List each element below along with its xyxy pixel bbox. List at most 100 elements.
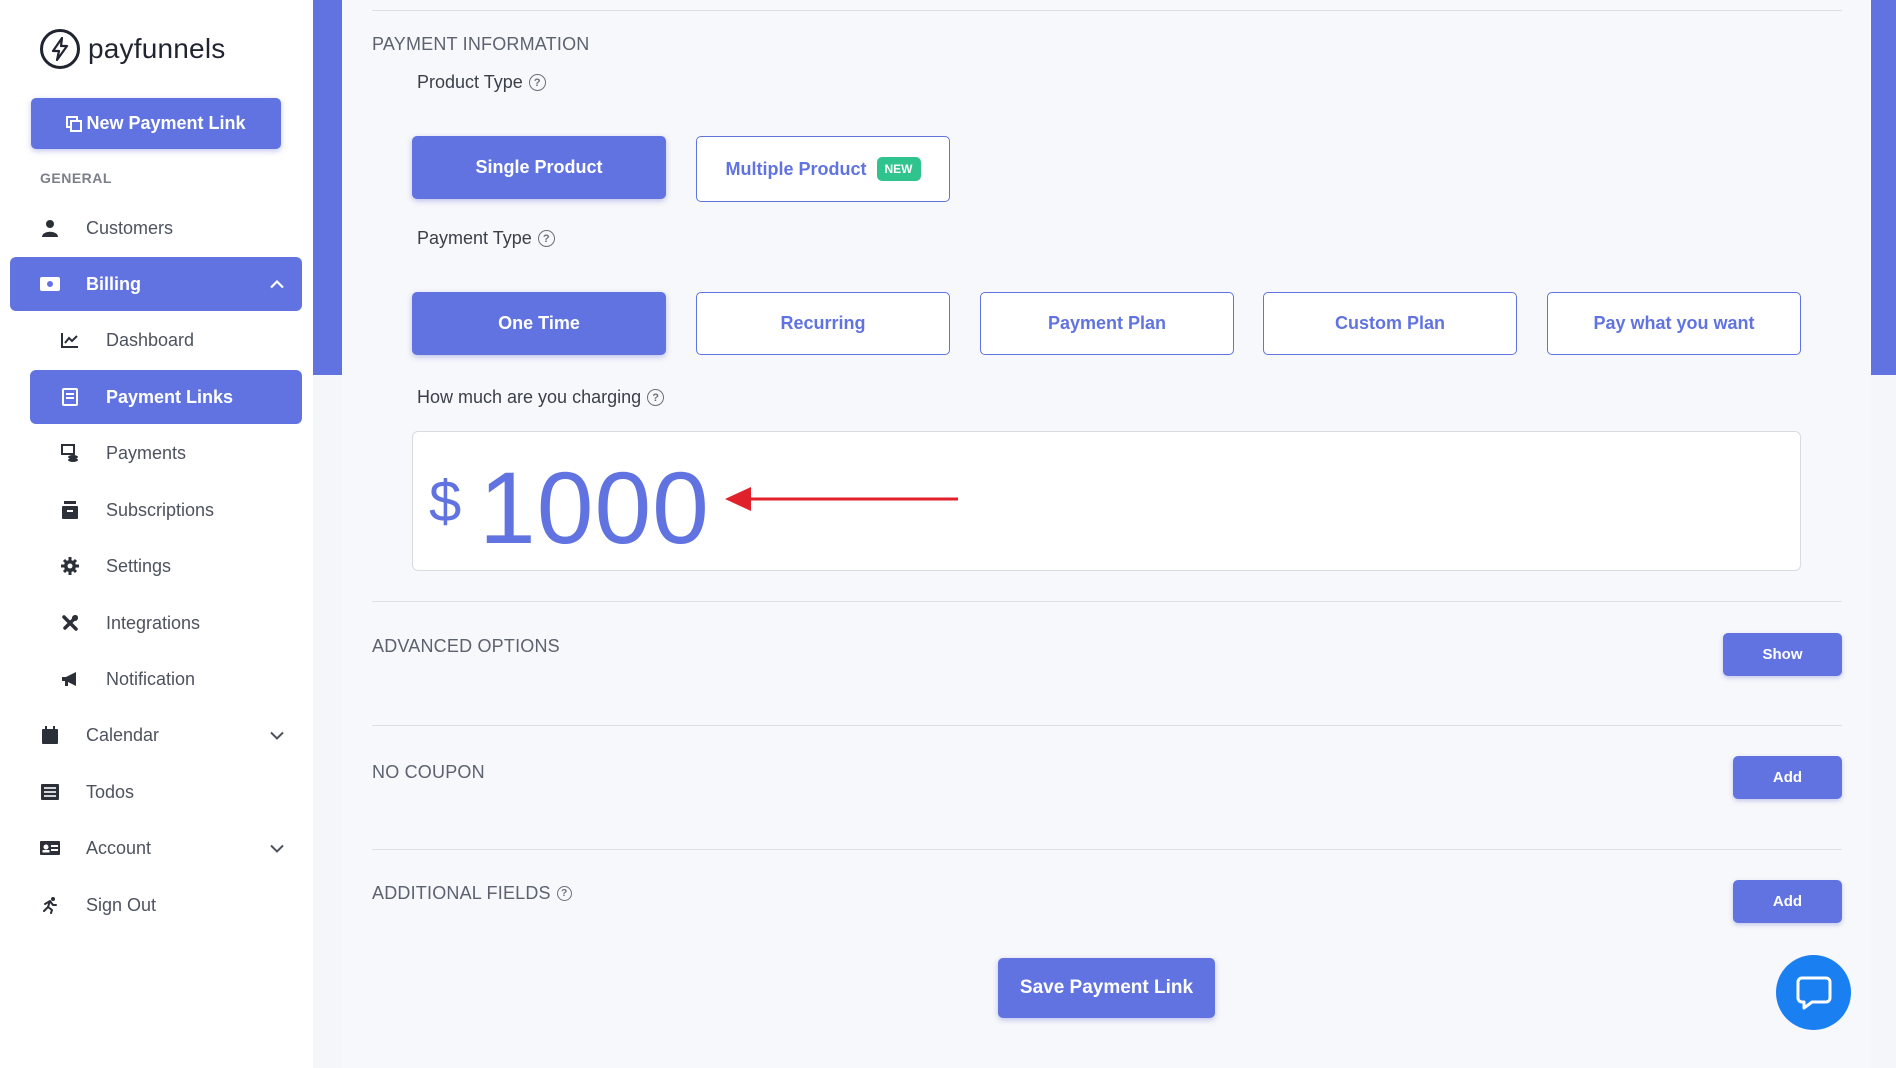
payment-type-text: Payment Type [417, 228, 532, 248]
one-time-label: One Time [498, 313, 580, 333]
header-band-left [313, 0, 342, 375]
additional-fields-heading: ADDITIONAL FIELDS ? [372, 883, 572, 904]
charging-text: How much are you charging [417, 387, 642, 407]
new-payment-link-label: New Payment Link [86, 113, 246, 133]
add-coupon-button[interactable]: Add [1733, 756, 1842, 799]
sidebar-item-dashboard[interactable]: Dashboard [60, 326, 300, 354]
chevron-down-icon [270, 725, 284, 746]
sidebar-item-label: Billing [86, 273, 141, 294]
sidebar-item-label: Calendar [86, 724, 160, 745]
running-icon [40, 895, 60, 915]
sidebar-item-label: Notification [106, 668, 196, 689]
sidebar-item-label: Account [86, 837, 152, 858]
tools-icon [60, 613, 80, 633]
sidebar-item-notification[interactable]: Notification [60, 665, 300, 693]
sidebar-item-label: Integrations [106, 612, 201, 633]
sidebar-item-label: Subscriptions [106, 499, 215, 520]
gear-icon [60, 556, 80, 576]
archive-icon [60, 500, 80, 520]
id-card-icon [40, 838, 60, 858]
annotation-arrow-icon [725, 487, 958, 511]
brand-logo[interactable]: payfunnels [40, 29, 225, 69]
multiple-product-label: Multiple Product [725, 158, 867, 179]
chevron-up-icon [270, 274, 284, 295]
help-icon[interactable]: ? [647, 389, 665, 406]
lightning-icon [40, 29, 80, 69]
sidebar: payfunnels New Payment Link GENERAL Cust… [0, 0, 313, 1068]
add-field-button[interactable]: Add [1733, 880, 1842, 923]
product-type-text: Product Type [417, 72, 523, 92]
save-payment-link-button[interactable]: Save Payment Link [998, 958, 1215, 1018]
payment-plan-label: Payment Plan [1047, 313, 1167, 333]
sidebar-item-label: Sign Out [86, 894, 157, 915]
chevron-down-icon [270, 838, 284, 859]
save-label: Save Payment Link [1019, 977, 1194, 998]
sidebar-item-payments[interactable]: Payments [60, 439, 300, 467]
copy-icon [66, 115, 83, 132]
single-product-label: Single Product [475, 157, 603, 177]
sidebar-item-customers[interactable]: Customers [40, 214, 300, 242]
single-product-button[interactable]: Single Product [412, 136, 666, 199]
receipt-icon [60, 387, 80, 407]
charging-label: How much are you charging ? [417, 387, 665, 408]
chart-line-icon [60, 330, 80, 350]
show-label: Show [1762, 646, 1803, 663]
sidebar-item-todos[interactable]: Todos [40, 778, 302, 806]
pay-what-you-want-button[interactable]: Pay what you want [1547, 292, 1801, 355]
amount-input[interactable]: $ 1000 [412, 431, 1801, 571]
chat-widget-button[interactable] [1776, 955, 1851, 1030]
header-band-right [1871, 0, 1896, 375]
section-label-general: GENERAL [40, 170, 112, 186]
list-icon [40, 782, 60, 802]
currency-symbol: $ [429, 469, 462, 534]
new-payment-link-button[interactable]: New Payment Link [31, 98, 281, 149]
add-field-label: Add [1772, 893, 1803, 910]
help-icon[interactable]: ? [528, 74, 546, 91]
one-time-button[interactable]: One Time [412, 292, 666, 355]
help-icon[interactable]: ? [556, 886, 572, 901]
custom-plan-button[interactable]: Custom Plan [1263, 292, 1517, 355]
amount-value: 1000 [479, 451, 710, 565]
payment-type-label: Payment Type ? [417, 228, 555, 249]
show-advanced-button[interactable]: Show [1723, 633, 1842, 676]
add-coupon-label: Add [1772, 769, 1803, 786]
divider [372, 849, 1842, 850]
sidebar-item-settings[interactable]: Settings [60, 552, 300, 580]
sidebar-item-payment-links[interactable]: Payment Links [30, 370, 302, 424]
divider [372, 725, 1842, 726]
product-type-label: Product Type ? [417, 72, 546, 93]
sidebar-item-account[interactable]: Account [40, 834, 302, 862]
recurring-button[interactable]: Recurring [696, 292, 950, 355]
custom-plan-label: Custom Plan [1334, 313, 1445, 333]
advanced-options-heading: ADVANCED OPTIONS [372, 636, 560, 656]
pay-what-you-want-label: Pay what you want [1593, 313, 1755, 333]
megaphone-icon [60, 669, 80, 689]
payment-information-heading: PAYMENT INFORMATION [372, 34, 590, 54]
additional-fields-text: ADDITIONAL FIELDS [372, 883, 551, 903]
sidebar-item-label: Payment Links [106, 386, 234, 407]
sidebar-item-integrations[interactable]: Integrations [60, 609, 300, 637]
sidebar-item-label: Payments [106, 442, 187, 463]
sidebar-item-subscriptions[interactable]: Subscriptions [60, 496, 300, 524]
calendar-icon [40, 725, 60, 745]
sidebar-item-label: Todos [86, 781, 135, 802]
divider [372, 601, 1842, 602]
no-coupon-heading: NO COUPON [372, 762, 485, 782]
new-badge: NEW [876, 157, 921, 181]
sidebar-item-sign-out[interactable]: Sign Out [40, 891, 302, 919]
payment-plan-button[interactable]: Payment Plan [980, 292, 1234, 355]
sidebar-item-label: Customers [86, 217, 174, 238]
sidebar-item-calendar[interactable]: Calendar [40, 721, 302, 749]
money-icon [40, 274, 60, 294]
divider [372, 10, 1842, 11]
sidebar-item-label: Settings [106, 555, 172, 576]
multiple-product-button[interactable]: Multiple Product NEW [696, 136, 950, 202]
chat-bubble-icon [1796, 976, 1831, 1009]
brand-name: payfunnels [88, 33, 226, 64]
help-icon[interactable]: ? [537, 230, 555, 247]
sidebar-item-label: Dashboard [106, 329, 195, 350]
recurring-label: Recurring [780, 313, 866, 333]
coins-icon [60, 443, 80, 463]
sidebar-item-billing[interactable]: Billing [10, 257, 302, 311]
user-icon [40, 218, 60, 238]
